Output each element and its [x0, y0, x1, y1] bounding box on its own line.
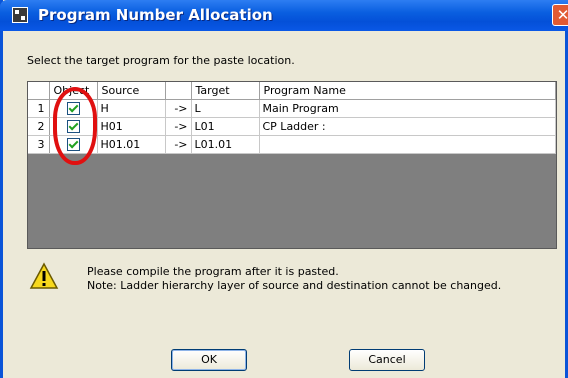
program-table: Object Source Target Program Name 1 H ->… [28, 82, 556, 154]
col-header-program-name[interactable]: Program Name [259, 82, 556, 100]
col-header-arrow [165, 82, 192, 100]
col-header-target[interactable]: Target [191, 82, 260, 100]
message-line-2: Note: Ladder hierarchy layer of source a… [87, 279, 502, 292]
target-cell[interactable]: L [191, 99, 260, 118]
row-number: 2 [28, 117, 50, 136]
row-number: 1 [28, 99, 50, 118]
col-header-rownum [28, 82, 50, 100]
target-cell[interactable]: L01 [191, 117, 260, 136]
app-icon [12, 7, 28, 23]
source-cell: H01 [97, 117, 166, 136]
program-name-cell [259, 135, 556, 154]
dialog-window: Program Number Allocation ✕ Select the t… [0, 0, 568, 378]
arrow-cell: -> [165, 135, 192, 154]
table-row[interactable]: 3 H01.01 -> L01.01 [28, 135, 556, 154]
object-checkbox[interactable] [66, 138, 80, 152]
object-checkbox[interactable] [66, 120, 80, 134]
arrow-cell: -> [165, 99, 192, 118]
col-header-object[interactable]: Object [49, 82, 98, 100]
program-grid[interactable]: Object Source Target Program Name 1 H ->… [27, 81, 557, 249]
col-header-source[interactable]: Source [97, 82, 166, 100]
table-row[interactable]: 2 H01 -> L01 CP Ladder : [28, 117, 556, 136]
source-cell: H01.01 [97, 135, 166, 154]
program-name-cell: CP Ladder : [259, 117, 556, 136]
table-header-row: Object Source Target Program Name [28, 82, 556, 100]
ok-button[interactable]: OK [171, 349, 247, 371]
target-cell[interactable]: L01.01 [191, 135, 260, 154]
cancel-button[interactable]: Cancel [349, 349, 425, 371]
object-cell [49, 99, 98, 118]
row-number: 3 [28, 135, 50, 154]
close-button[interactable]: ✕ [552, 4, 568, 26]
arrow-cell: -> [165, 117, 192, 136]
dialog-title: Program Number Allocation [38, 6, 273, 24]
object-checkbox[interactable] [66, 102, 80, 116]
object-cell [49, 117, 98, 136]
table-row[interactable]: 1 H -> L Main Program [28, 99, 556, 118]
program-name-cell: Main Program [259, 99, 556, 118]
message-text: Please compile the program after it is p… [87, 265, 501, 293]
title-bar[interactable]: Program Number Allocation ✕ [0, 0, 568, 31]
instruction-text: Select the target program for the paste … [27, 54, 295, 67]
source-cell: H [97, 99, 166, 118]
warning-icon [29, 262, 59, 289]
message-line-1: Please compile the program after it is p… [87, 265, 339, 278]
object-cell [49, 135, 98, 154]
